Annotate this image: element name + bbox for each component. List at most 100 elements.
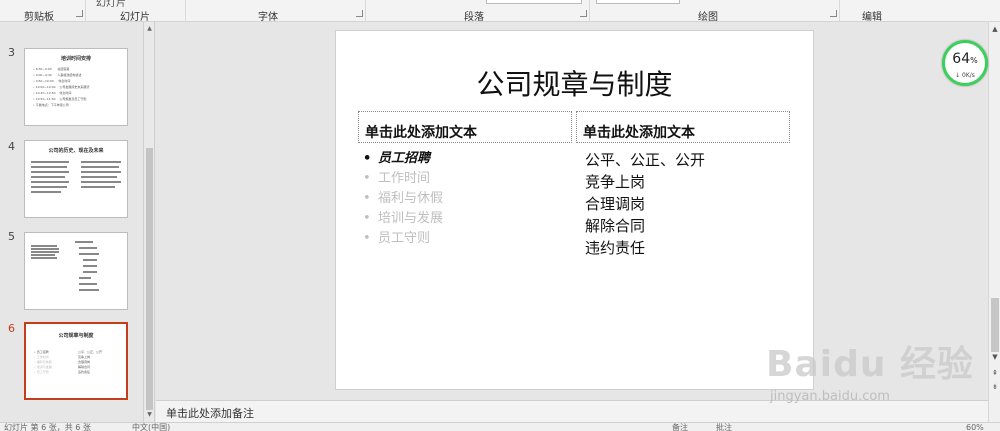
list-item-text: 工作时间 [378,171,431,186]
ribbon-group-editing: 编辑 [840,0,900,23]
slide-thumbnail-3[interactable]: 培训时间安排 • 8:30~9:00 总结思路 • 9:00~9:40 人事组建… [24,48,128,126]
scroll-down-icon[interactable]: ▼ [990,352,1000,362]
thumbnail-line: • 10:50~11:50 公司规章及员工守则 [33,97,87,101]
gauge-speed: ↓ 0K/s [955,72,975,79]
right-text-list[interactable]: 公平、公正、公开 竞争上岗 合理调岗 解除合同 违约责任 [585,149,705,259]
ribbon-group-label: 编辑 [862,12,882,23]
thumbnail-title: 公司的历史、现在及未来 [48,148,104,154]
ribbon-group-label: 剪贴板 [24,12,54,23]
placeholder-text: 单击此处添加文本 [583,125,695,141]
list-item[interactable]: • 员工守则 [358,229,443,249]
thumbnail-text-line [31,191,61,193]
scroll-up-icon[interactable]: ▲ [145,24,154,33]
ribbon-group-label: 绘图 [698,12,718,23]
font-launcher-icon[interactable] [356,10,363,17]
scrollbar-thumb[interactable] [146,148,153,410]
current-slide[interactable]: 公司规章与制度 单击此处添加文本 单击此处添加文本 • 员工招聘 • 工作时间 • 福… [335,30,814,390]
network-speed-widget[interactable]: 64% ↓ 0K/s [942,40,988,86]
slide-scrollbar[interactable]: ▲ ▼ ⇞ ⇟ [988,22,1000,422]
gauge-percent: 64% [952,51,978,67]
previous-slide-icon[interactable]: ⇞ [990,368,1000,378]
notes-placeholder: 单击此处添加备注 [166,407,254,420]
slide-thumbnail-pane: 3 培训时间安排 • 8:30~9:00 总结思路 • 9:00~9:40 人事… [0,22,155,422]
slide-number: 5 [8,230,15,243]
drawing-launcher-icon[interactable] [830,10,837,17]
thumbnail-text-line [79,247,97,249]
slide-thumbnail-6[interactable]: 公司规章与制度 • 员工招聘 • 工作时间 • 福利与休假 • 培训与发展 • … [24,322,128,400]
list-item-text: 员工守则 [378,231,431,246]
list-item[interactable]: • 培训与发展 [358,209,443,229]
scrollbar-thumb[interactable] [991,298,999,352]
shapes-gallery[interactable] [596,0,680,4]
paragraph-control[interactable] [486,0,582,4]
thumbnail-line: • 10:40~10:50 休息时间 [33,91,72,95]
slide-counter: 幻灯片 第 6 张，共 6 张 [4,423,91,431]
slide-title[interactable]: 公司规章与制度 [336,63,813,103]
left-bullet-list[interactable]: • 员工招聘 • 工作时间 • 福利与休假 • 培训与发展 • 员工守则 [358,149,443,249]
left-content-placeholder[interactable]: 单击此处添加文本 [358,111,572,143]
ribbon-group-drawing: 绘图 [590,0,840,23]
thumbnail-text-line [31,245,57,247]
thumbnail-text-line [31,257,57,259]
list-item-text: 员工招聘 [378,151,431,166]
notes-button[interactable]: 备注 [672,423,688,431]
clipboard-launcher-icon[interactable] [76,10,83,17]
scroll-down-icon[interactable]: ▼ [145,410,154,419]
thumbnail-text-line [81,171,121,173]
list-item[interactable]: 违约责任 [585,237,705,259]
list-item[interactable]: 解除合同 [585,215,705,237]
thumbnail-text-line [31,161,69,163]
thumbnail-text-line [79,283,97,285]
thumbnail-text-line [31,251,59,253]
thumbnail-text-line [31,254,55,256]
zoom-level[interactable]: 60% [966,423,984,431]
list-item-text: 福利与休假 [378,191,444,206]
thumbnail-text-line [81,186,115,188]
slide-number: 4 [8,140,15,153]
thumbnail-text-line [83,259,97,261]
thumbnail-scrollbar[interactable]: ▲ ▼ [143,22,154,422]
thumbnail-text-line [31,176,65,178]
thumbnail-text-line [79,253,99,255]
slide-thumbnail-4[interactable]: 公司的历史、现在及未来 [24,140,128,218]
thumbnail-line: • 10:00~10:40 公司发展简史未来展望 [33,85,90,89]
comments-button[interactable]: 批注 [716,423,732,431]
thumbnail-text-line [31,171,69,173]
thumbnail-line: 违约责任 [78,370,91,374]
slide-canvas: 公司规章与制度 单击此处添加文本 单击此处添加文本 • 员工招聘 • 工作时间 • 福… [156,22,988,400]
ribbon-group-clipboard: 剪贴板 [0,0,86,23]
thumbnail-text-line [31,166,67,168]
list-item-text: 培训与发展 [378,211,444,226]
slide-thumbnail-5[interactable] [24,232,128,310]
thumbnail-text-line [79,277,91,279]
thumbnail-text-line [81,176,117,178]
paragraph-launcher-icon[interactable] [580,10,587,17]
ribbon: 剪贴板 幻灯片 幻灯片 字体 段落 绘图 编辑 [0,0,1000,23]
ribbon-group-font: 字体 [186,0,366,23]
list-item[interactable]: • 工作时间 [358,169,443,189]
right-content-placeholder[interactable]: 单击此处添加文本 [576,111,790,143]
scroll-up-icon[interactable]: ▲ [990,24,1000,34]
list-item[interactable]: 竞争上岗 [585,171,705,193]
list-item[interactable]: 合理调岗 [585,193,705,215]
thumbnail-text-line [75,241,93,243]
powerpoint-window: 剪贴板 幻灯片 幻灯片 字体 段落 绘图 编辑 3 培训时间安排 • 8:30~… [0,0,1000,431]
list-item[interactable]: 公平、公正、公开 [585,149,705,171]
ribbon-group-label: 字体 [258,12,278,23]
ribbon-group-slides: 幻灯片 幻灯片 [86,0,186,23]
slide-number-active: 6 [8,322,15,335]
next-slide-icon[interactable]: ⇟ [990,382,1000,392]
slide-number: 3 [8,46,15,59]
notes-pane[interactable]: 单击此处添加备注 [156,400,988,422]
thumbnail-title: 公司规章与制度 [58,333,94,339]
language-indicator[interactable]: 中文(中国) [132,423,170,431]
list-item-selected[interactable]: • 员工招聘 [358,149,443,169]
ribbon-group-label: 段落 [464,12,484,23]
thumbnail-title: 培训时间安排 [60,56,91,62]
ribbon-group-paragraph: 段落 [366,0,590,23]
thumbnail-text-line [79,289,99,291]
list-item[interactable]: • 福利与休假 [358,189,443,209]
thumbnail-text-line [81,161,121,163]
thumbnail-text-line [31,248,59,250]
thumbnail-text-line [31,186,67,188]
